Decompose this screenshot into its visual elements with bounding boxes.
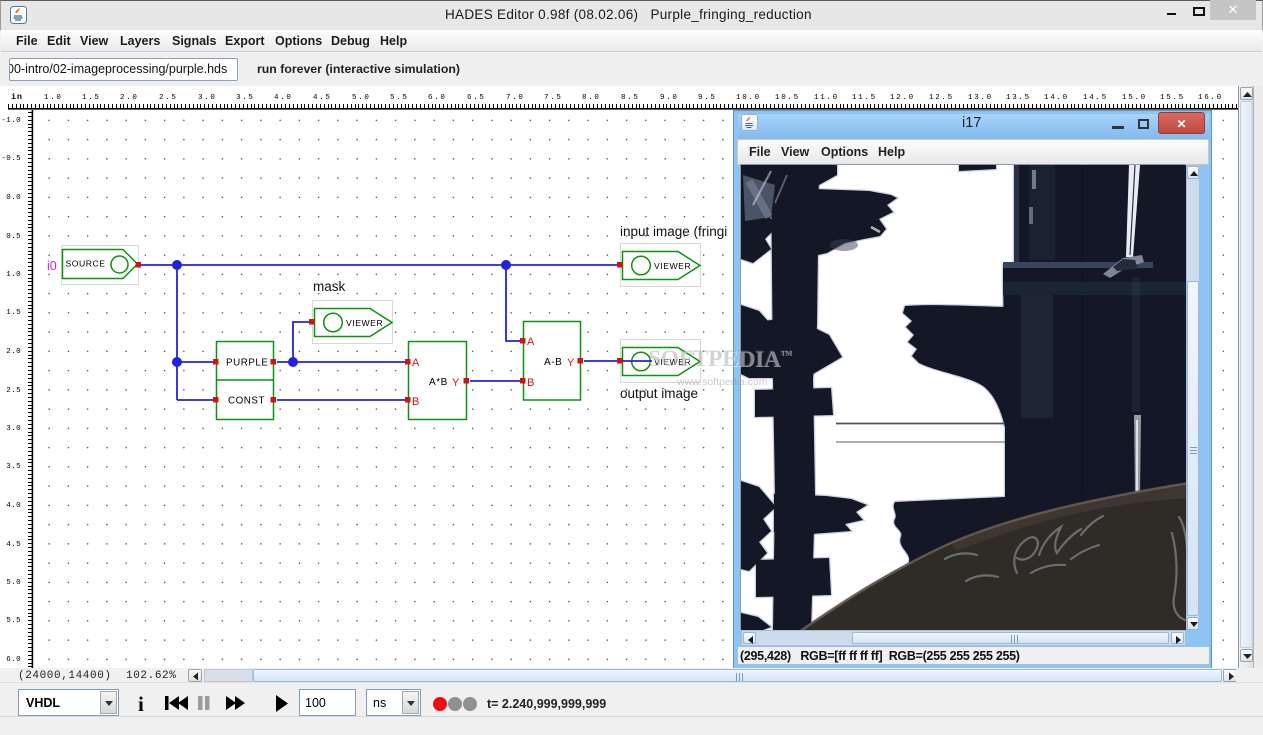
svg-text:10.0: 10.0 — [736, 94, 761, 102]
svg-text:B: B — [527, 377, 534, 389]
svg-text:input image (fringi: input image (fringi — [620, 224, 727, 239]
svg-text:1.5: 1.5 — [6, 309, 21, 317]
svg-text:A: A — [527, 336, 535, 348]
svg-text:3.0: 3.0 — [198, 94, 217, 102]
svg-text:CONST: CONST — [228, 396, 265, 407]
svg-text:5.0: 5.0 — [352, 94, 371, 102]
svg-text:mask: mask — [313, 279, 346, 294]
svg-text:14.5: 14.5 — [1083, 94, 1108, 102]
svg-text:i0: i0 — [47, 259, 57, 273]
svg-text:VIEWER: VIEWER — [346, 318, 383, 328]
svg-text:8.0: 8.0 — [582, 94, 601, 102]
svg-text:8.5: 8.5 — [621, 94, 640, 102]
svg-text:6.0: 6.0 — [6, 656, 21, 664]
svg-text:7.0: 7.0 — [506, 94, 525, 102]
svg-text:2.0: 2.0 — [6, 348, 21, 356]
svg-text:15.5: 15.5 — [1160, 94, 1185, 102]
svg-text:VIEWER: VIEWER — [654, 357, 691, 367]
svg-text:1.0: 1.0 — [6, 271, 21, 279]
svg-text:3.5: 3.5 — [236, 94, 255, 102]
svg-text:A*B: A*B — [429, 377, 448, 388]
svg-text:6.5: 6.5 — [467, 94, 486, 102]
svg-text:13.5: 13.5 — [1006, 94, 1031, 102]
svg-text:B: B — [412, 396, 419, 408]
svg-text:5.5: 5.5 — [390, 94, 409, 102]
svg-text:A: A — [412, 357, 420, 369]
svg-text:12.5: 12.5 — [929, 94, 954, 102]
svg-text:PURPLE: PURPLE — [226, 358, 269, 369]
svg-text:2.5: 2.5 — [6, 387, 21, 395]
svg-text:16.0: 16.0 — [1198, 94, 1223, 102]
svg-text:0.0: 0.0 — [6, 194, 21, 202]
svg-text:1.0: 1.0 — [44, 94, 63, 102]
svg-text:13.0: 13.0 — [968, 94, 993, 102]
svg-text:9.0: 9.0 — [660, 94, 679, 102]
svg-text:6.0: 6.0 — [428, 94, 447, 102]
svg-text:2.5: 2.5 — [159, 94, 178, 102]
svg-text:Y: Y — [567, 357, 575, 369]
svg-text:i: i — [138, 692, 144, 716]
svg-text:15.0: 15.0 — [1122, 94, 1147, 102]
svg-text:-1.0: -1.0 — [1, 117, 21, 125]
svg-text:-0.5: -0.5 — [1, 155, 21, 163]
svg-text:4.0: 4.0 — [274, 94, 293, 102]
svg-text:14.0: 14.0 — [1044, 94, 1069, 102]
svg-text:10.5: 10.5 — [775, 94, 800, 102]
svg-text:2.0: 2.0 — [120, 94, 139, 102]
svg-text:9.5: 9.5 — [698, 94, 717, 102]
svg-text:5.5: 5.5 — [6, 617, 21, 625]
svg-text:11.0: 11.0 — [814, 94, 839, 102]
svg-text:11.5: 11.5 — [852, 94, 877, 102]
svg-text:VIEWER: VIEWER — [654, 261, 691, 271]
svg-text:SOURCE: SOURCE — [66, 259, 106, 269]
svg-text:7.5: 7.5 — [544, 94, 563, 102]
svg-text:output image: output image — [620, 386, 698, 401]
svg-text:3.5: 3.5 — [6, 463, 21, 471]
svg-text:Y: Y — [452, 377, 460, 389]
svg-text:4.5: 4.5 — [313, 94, 332, 102]
svg-text:5.0: 5.0 — [6, 579, 21, 587]
svg-text:A-B: A-B — [544, 357, 562, 368]
svg-text:3.0: 3.0 — [6, 425, 21, 433]
svg-text:0.5: 0.5 — [6, 233, 21, 241]
svg-text:4.0: 4.0 — [6, 502, 21, 510]
svg-text:in: in — [11, 92, 23, 102]
svg-text:1.5: 1.5 — [82, 94, 101, 102]
svg-text:4.5: 4.5 — [6, 541, 21, 549]
svg-text:12.0: 12.0 — [890, 94, 915, 102]
